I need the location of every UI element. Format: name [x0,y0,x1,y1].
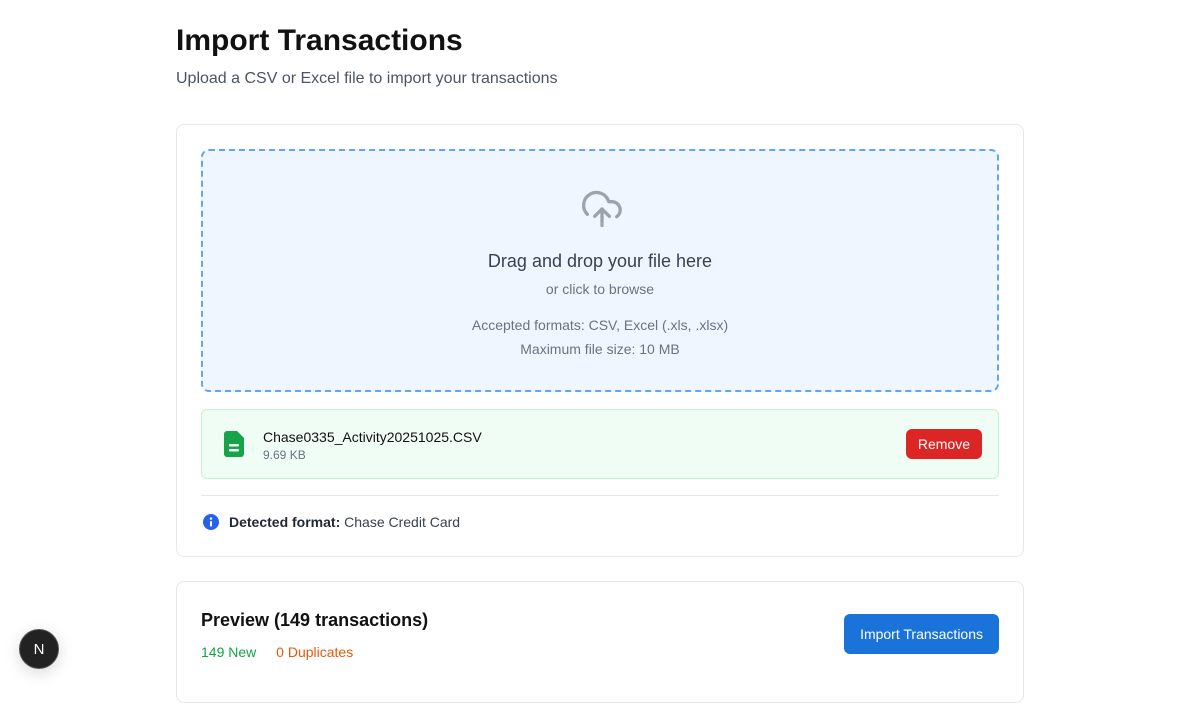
page-title: Import Transactions [176,24,463,57]
accepted-formats: Accepted formats: CSV, Excel (.xls, .xls… [471,317,729,333]
file-name: Chase0335_Activity20251025.CSV [263,429,482,445]
file-size: 9.69 KB [263,448,306,462]
divider [201,495,999,496]
detected-format-label: Detected format: [229,514,341,530]
spreadsheet-file-icon [224,431,244,457]
remove-file-button[interactable]: Remove [905,429,982,459]
dropzone-subtitle: or click to browse [545,281,655,297]
detected-format: Detected format: Chase Credit Card [203,514,460,530]
dropzone-title: Drag and drop your file here [487,251,713,271]
preview-title: Preview (149 transactions) [201,610,429,630]
preview-stats: 149 New 0 Duplicates [201,644,353,660]
upload-card: Drag and drop your file here or click to… [176,124,1024,557]
cloud-upload-icon [582,190,622,228]
new-count: 149 New [201,644,257,660]
file-dropzone[interactable]: Drag and drop your file here or click to… [201,149,999,392]
page-subtitle: Upload a CSV or Excel file to import you… [176,70,558,87]
preview-card: Preview (149 transactions) 149 New 0 Dup… [176,581,1024,703]
dev-tools-badge[interactable]: N [19,629,59,669]
selected-file: Chase0335_Activity20251025.CSV 9.69 KB R… [201,409,999,479]
duplicates-count: 0 Duplicates [276,644,354,660]
import-transactions-button[interactable]: Import Transactions [844,614,999,654]
max-file-size: Maximum file size: 10 MB [520,341,680,357]
info-icon [203,514,219,530]
detected-format-value: Chase Credit Card [344,514,461,530]
